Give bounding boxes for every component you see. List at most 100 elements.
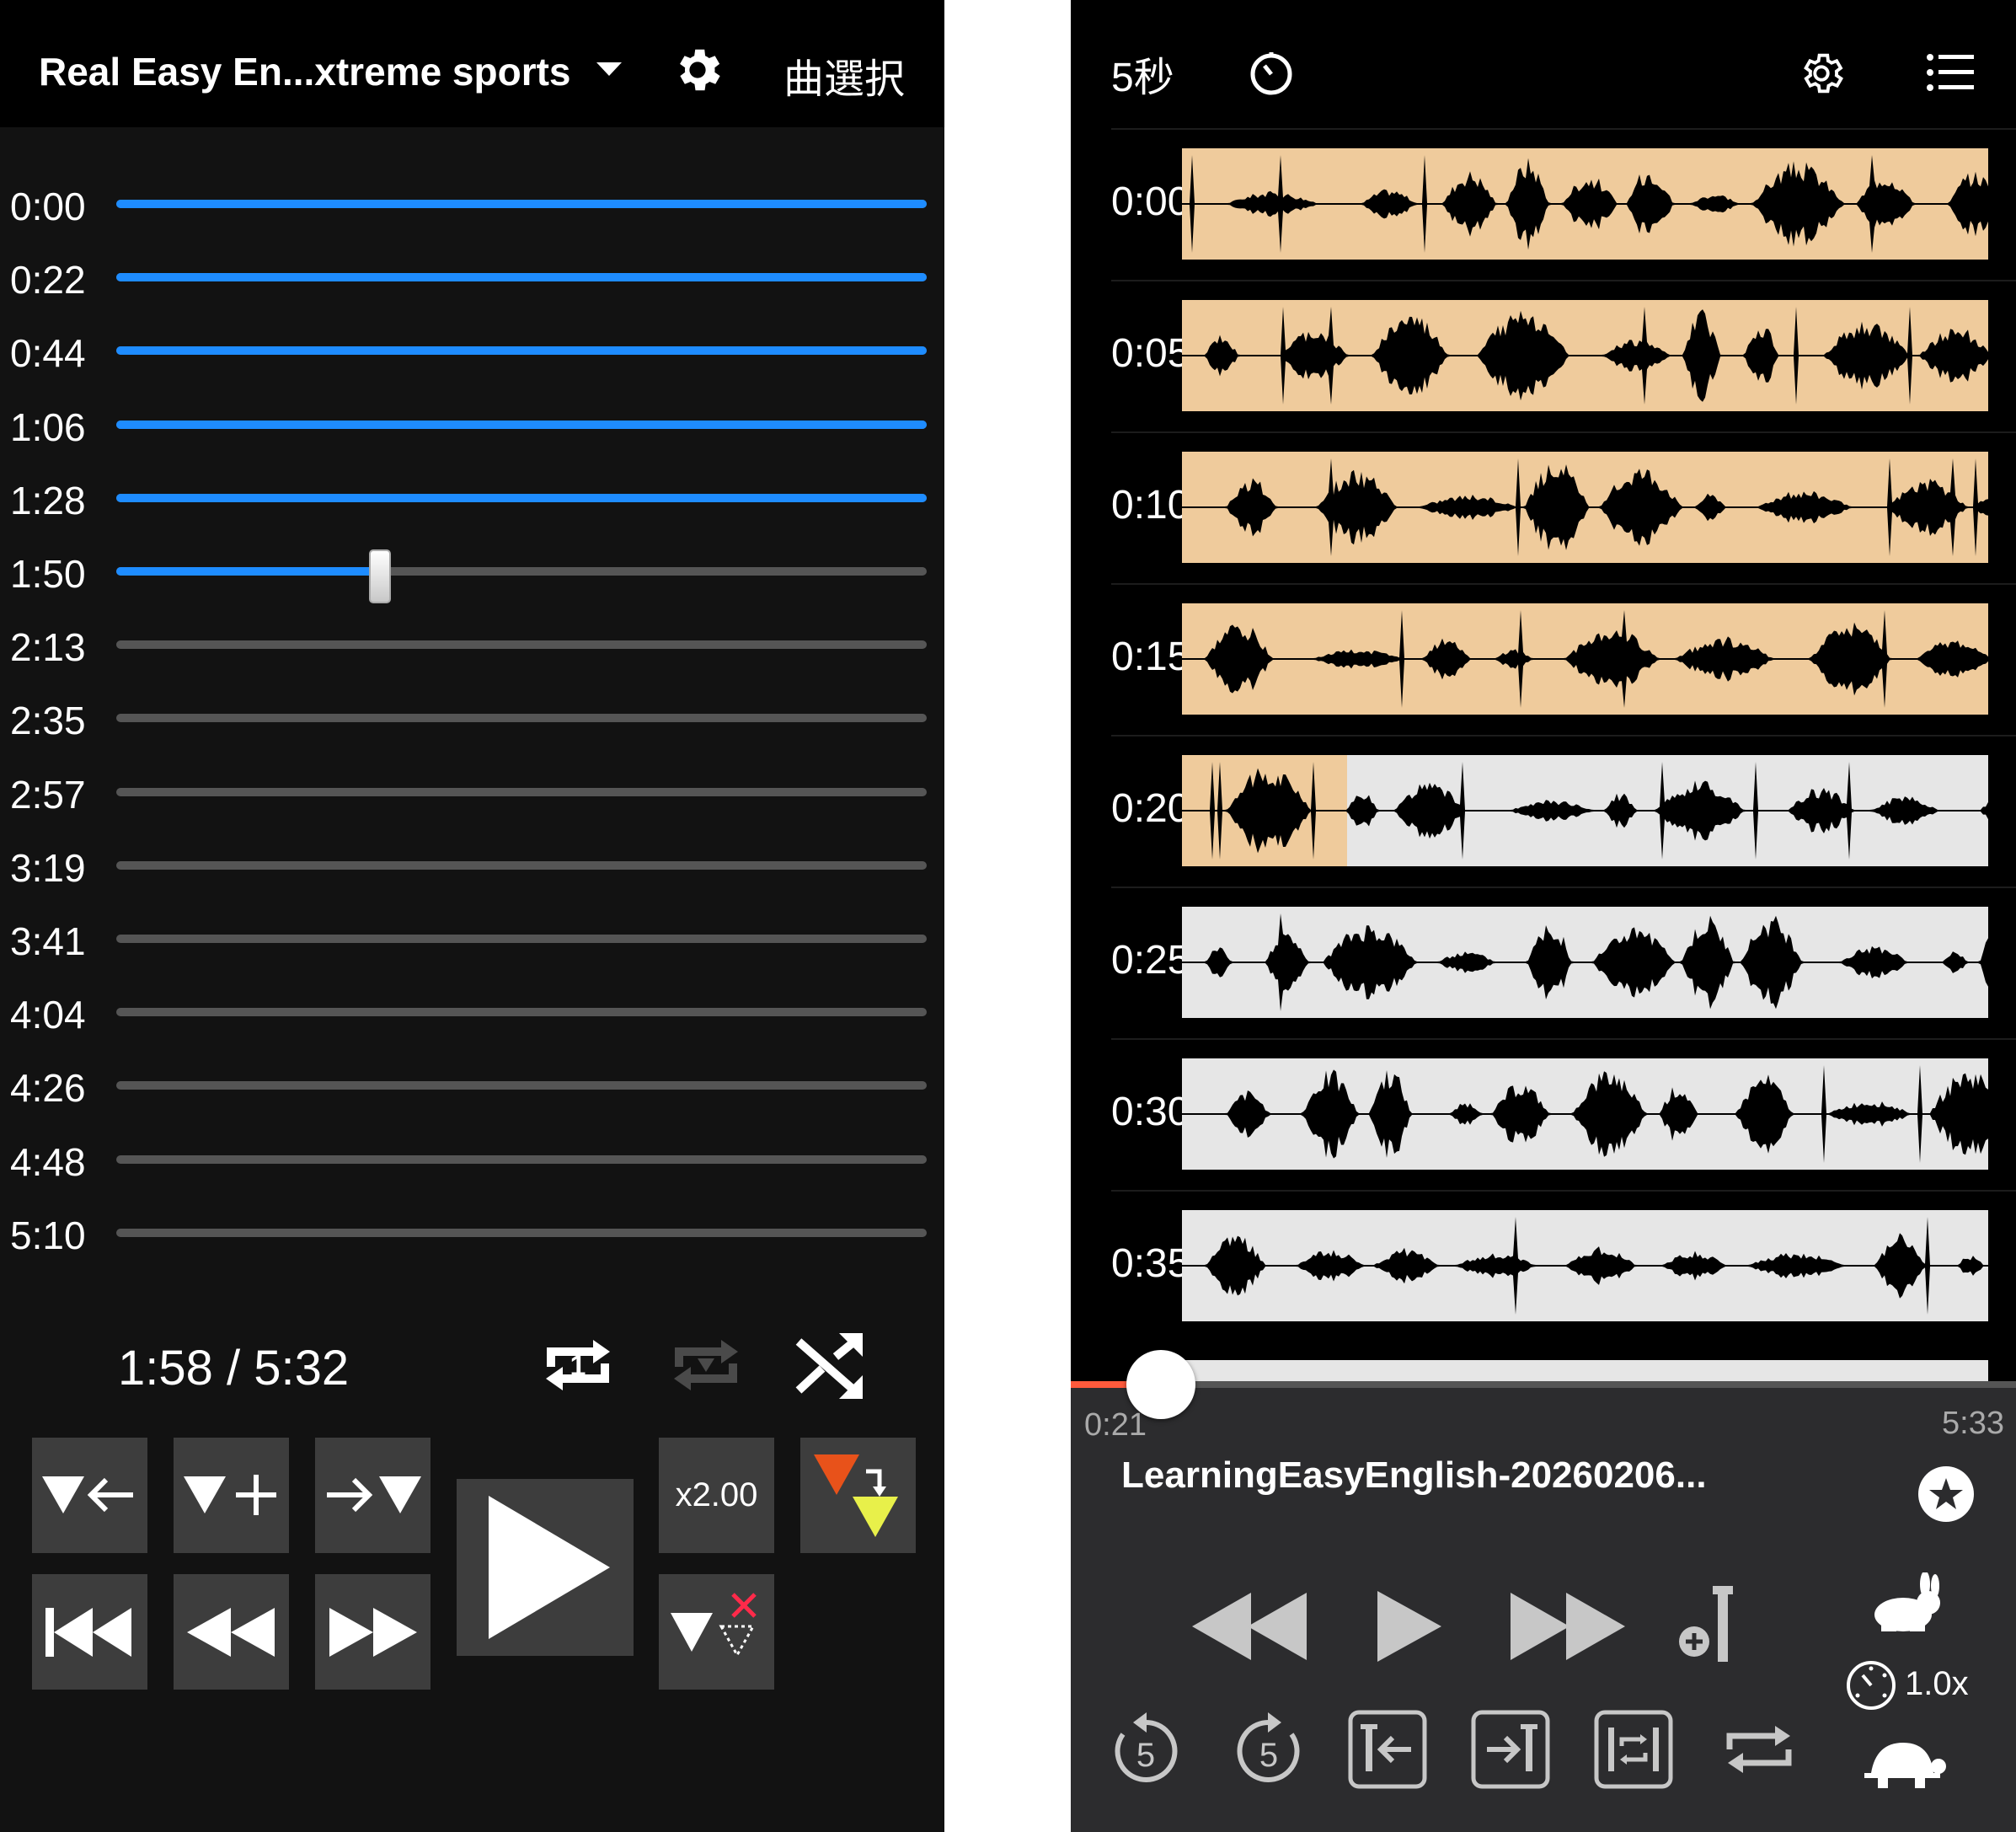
- skip-forward-5-icon[interactable]: 5: [1231, 1711, 1307, 1792]
- marker-back-button[interactable]: [32, 1438, 147, 1553]
- ab-loop-icon[interactable]: [1593, 1709, 1674, 1790]
- waveform[interactable]: [1182, 452, 1988, 563]
- play-button[interactable]: [457, 1479, 634, 1656]
- chevron-down-icon[interactable]: [596, 62, 622, 76]
- timer-icon[interactable]: [1248, 49, 1295, 96]
- left-top-bar: Real Easy En...xtreme sports 曲選択: [0, 0, 944, 127]
- track-progress-bar[interactable]: [116, 1154, 927, 1164]
- gear-icon[interactable]: [670, 42, 725, 98]
- track-start-time: 1:28: [10, 478, 86, 522]
- track-progress-bar[interactable]: [116, 1081, 927, 1090]
- set-loop-start-icon[interactable]: [1347, 1709, 1428, 1790]
- repeat-all-icon[interactable]: [664, 1323, 748, 1407]
- speed-readout[interactable]: 1.0x: [1905, 1665, 1969, 1703]
- fast-forward-button[interactable]: [315, 1574, 430, 1690]
- rewind-icon[interactable]: [1189, 1584, 1315, 1669]
- add-marker-icon[interactable]: [1674, 1581, 1741, 1674]
- waveform-graphic: [1182, 458, 1988, 556]
- turtle-icon[interactable]: [1859, 1736, 1947, 1795]
- track-title-dropdown[interactable]: Real Easy En...xtreme sports: [39, 49, 571, 94]
- track-row[interactable]: 0:00: [0, 179, 944, 229]
- track-start-time: 4:48: [10, 1139, 86, 1184]
- track-row[interactable]: 2:57: [0, 767, 944, 817]
- track-row[interactable]: 1:50: [0, 546, 944, 603]
- track-progress-bar[interactable]: [116, 1228, 927, 1237]
- favorite-star-icon[interactable]: [1918, 1466, 1974, 1522]
- track-row[interactable]: 5:10: [0, 1208, 944, 1258]
- waveform-row[interactable]: 0:05: [1111, 280, 2016, 431]
- track-progress-bar[interactable]: [116, 640, 927, 650]
- position-readout: 1:58 / 5:32: [118, 1341, 350, 1395]
- settings-gear-icon[interactable]: [1797, 49, 1846, 98]
- waveform-time: 0:20: [1111, 786, 1190, 831]
- play-icon[interactable]: [1371, 1584, 1446, 1669]
- track-row[interactable]: 4:04: [0, 987, 944, 1037]
- seek-bar[interactable]: [1071, 1381, 2016, 1388]
- track-row[interactable]: 0:44: [0, 325, 944, 376]
- track-progress-fill: [116, 420, 927, 429]
- track-row[interactable]: 0:22: [0, 252, 944, 303]
- track-row[interactable]: 3:19: [0, 840, 944, 891]
- waveform-row[interactable]: 0:10: [1111, 431, 2016, 583]
- song-select-button[interactable]: 曲選択: [783, 46, 905, 104]
- track-progress-fill: [116, 273, 927, 282]
- waveform-graphic: [1182, 762, 1988, 860]
- interval-label[interactable]: 5秒: [1111, 44, 1174, 103]
- track-row[interactable]: 1:28: [0, 473, 944, 523]
- track-progress-bar[interactable]: [116, 714, 927, 723]
- track-row[interactable]: 3:41: [0, 913, 944, 964]
- marker-delete-button[interactable]: [659, 1574, 774, 1690]
- waveform-row[interactable]: 0:20: [1111, 735, 2016, 887]
- waveform-row[interactable]: 0:35: [1111, 1190, 2016, 1342]
- waveform-row[interactable]: 0:25: [1111, 887, 2016, 1038]
- waveform[interactable]: [1182, 907, 1988, 1018]
- track-progress-bar[interactable]: [116, 860, 927, 870]
- svg-text:1: 1: [570, 1350, 586, 1382]
- track-row[interactable]: 4:48: [0, 1134, 944, 1185]
- speed-button[interactable]: x2.00: [659, 1438, 774, 1553]
- track-progress-bar[interactable]: [116, 935, 927, 943]
- list-icon[interactable]: [1927, 52, 1974, 93]
- skip-back-5-icon[interactable]: 5: [1108, 1711, 1184, 1792]
- track-progress-bar[interactable]: [116, 346, 927, 356]
- repeat-one-icon[interactable]: 1: [536, 1323, 620, 1407]
- shuffle-icon[interactable]: [787, 1323, 871, 1407]
- marker-forward-button[interactable]: [315, 1438, 430, 1553]
- track-progress-bar[interactable]: [116, 420, 927, 429]
- waveform-row[interactable]: 0:00: [1111, 128, 2016, 280]
- track-progress-bar[interactable]: [116, 567, 927, 576]
- waveform[interactable]: [1182, 603, 1988, 715]
- track-progress-bar[interactable]: [116, 1008, 927, 1017]
- waveform-graphic: [1182, 1217, 1988, 1315]
- waveform-time: 0:25: [1111, 938, 1190, 983]
- track-start-time: 0:44: [10, 331, 86, 376]
- fast-forward-icon[interactable]: [1502, 1584, 1628, 1669]
- repeat-icon[interactable]: [1721, 1716, 1797, 1783]
- rewind-button[interactable]: [174, 1574, 289, 1690]
- track-progress-bar[interactable]: [116, 200, 927, 208]
- waveform-graphic: [1182, 155, 1988, 253]
- skip-to-start-button[interactable]: [32, 1574, 147, 1690]
- marker-jump-icon[interactable]: [800, 1438, 916, 1553]
- waveform-row[interactable]: 0:15: [1111, 583, 2016, 735]
- track-progress-bar[interactable]: [116, 273, 927, 282]
- rabbit-icon[interactable]: [1861, 1572, 1945, 1640]
- waveform[interactable]: [1182, 755, 1988, 866]
- track-slider-thumb[interactable]: [368, 549, 391, 603]
- waveform[interactable]: [1182, 1058, 1988, 1170]
- waveform-row[interactable]: 0:30: [1111, 1038, 2016, 1190]
- track-row[interactable]: 1:06: [0, 399, 944, 450]
- set-loop-end-icon[interactable]: [1470, 1709, 1551, 1790]
- marker-add-button[interactable]: [174, 1438, 289, 1553]
- waveform[interactable]: [1182, 300, 1988, 411]
- track-progress-bar[interactable]: [116, 787, 927, 796]
- track-row[interactable]: 4:26: [0, 1060, 944, 1111]
- track-row[interactable]: 2:13: [0, 619, 944, 670]
- track-row[interactable]: 2:35: [0, 693, 944, 743]
- waveform[interactable]: [1182, 148, 1988, 260]
- track-start-time: 2:35: [10, 699, 86, 743]
- track-start-time: 2:57: [10, 772, 86, 817]
- track-progress-bar[interactable]: [116, 493, 927, 502]
- waveform[interactable]: [1182, 1210, 1988, 1321]
- speed-dial-icon[interactable]: [1844, 1658, 1898, 1712]
